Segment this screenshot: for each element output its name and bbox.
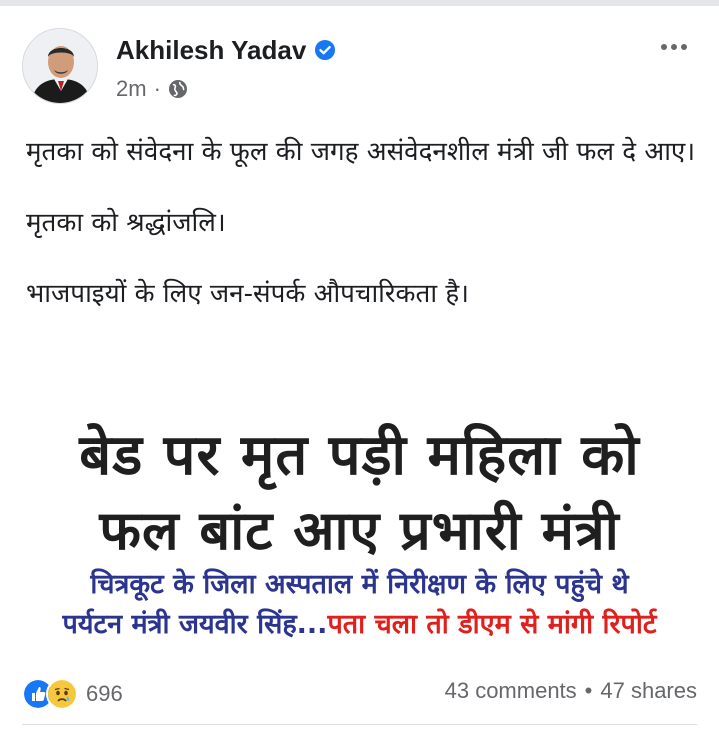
author-name[interactable]: Akhilesh Yadav (116, 35, 306, 66)
sad-icon (46, 678, 78, 710)
more-dot (681, 44, 687, 50)
more-dot (661, 44, 667, 50)
post-paragraph: मृतका को संवेदना के फूल की जगह असंवेदनशी… (26, 137, 696, 167)
post-text: मृतका को संवेदना के फूल की जगह असंवेदनशी… (26, 134, 696, 347)
clipping-headline-line2: फल बांट आए प्रभारी मंत्री (99, 499, 620, 562)
reaction-count: 696 (86, 681, 123, 706)
news-clipping-image[interactable]: बेड पर मृत पड़ी महिला को फल बांट आए प्रभ… (0, 406, 719, 660)
clipping-headline-line1: बेड पर मृत पड़ी महिला को (79, 423, 640, 488)
clipping-subline2-part2: पता चला तो डीएम से मांगी रिपोर्ट (327, 609, 657, 640)
reactions-summary[interactable]: 696 (22, 678, 123, 710)
counts-separator: • (584, 678, 593, 703)
clipping-subline2: पर्यटन मंत्री जयवीर सिंह...पता चला तो डी… (0, 606, 719, 644)
post-meta: 2m · (116, 76, 188, 102)
clipping-subline2-part1: पर्यटन मंत्री जयवीर सिंह... (62, 609, 328, 640)
avatar[interactable] (22, 28, 98, 104)
facebook-post: Akhilesh Yadav 2m · मृतका को संवेदना के … (0, 6, 719, 732)
more-dot (671, 44, 677, 50)
comments-count-link[interactable]: 43 comments (445, 678, 577, 704)
globe-icon[interactable] (168, 79, 188, 99)
shares-count-link[interactable]: 47 shares (600, 678, 697, 704)
more-options-icon[interactable] (654, 36, 694, 58)
post-header: Akhilesh Yadav 2m · (22, 28, 702, 108)
meta-separator: · (153, 76, 161, 101)
post-footer: 696 43 comments • 47 shares (22, 674, 697, 714)
verified-badge-icon (315, 40, 336, 60)
author-line: Akhilesh Yadav (116, 32, 336, 68)
avatar-image (23, 29, 97, 103)
engagement-counts: 43 comments • 47 shares (445, 678, 697, 704)
footer-divider (22, 724, 697, 725)
post-paragraph: मृतका को श्रद्धांजलि। (26, 208, 226, 238)
post-timestamp[interactable]: 2m (116, 76, 147, 102)
post-paragraph: भाजपाइयों के लिए जन-संपर्क औपचारिकता है। (26, 279, 469, 309)
clipping-subline1: चित्रकूट के जिला अस्पताल में निरीक्षण के… (90, 569, 629, 600)
